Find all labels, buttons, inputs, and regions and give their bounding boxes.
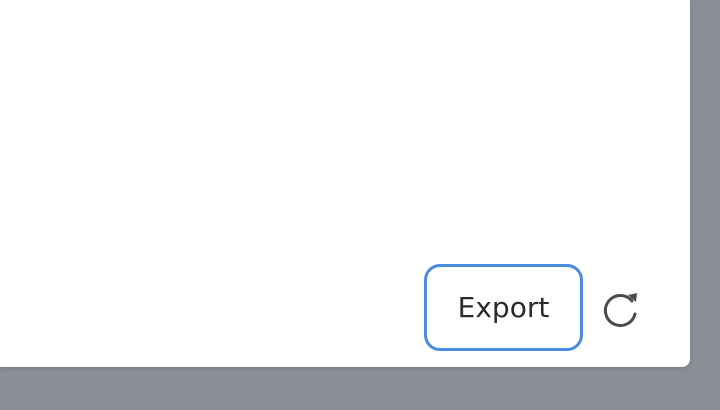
refresh-icon [598,287,642,331]
refresh-button[interactable] [596,286,644,332]
export-button[interactable]: Export [424,264,583,351]
dialog-panel: Export [0,0,690,367]
